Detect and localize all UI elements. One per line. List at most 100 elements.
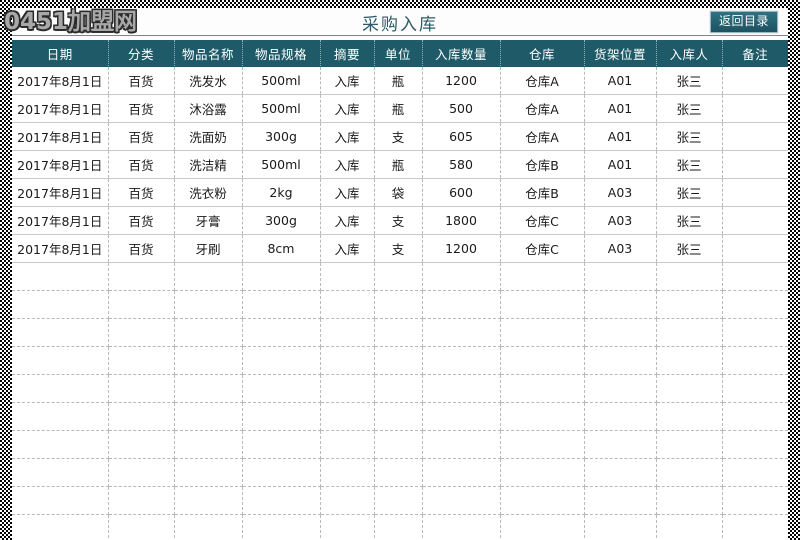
cell-0-1[interactable]: 百货 <box>108 66 175 95</box>
cell-1-4[interactable]: 入库 <box>320 94 375 123</box>
empty-cell[interactable] <box>722 514 788 540</box>
empty-cell[interactable] <box>584 402 657 431</box>
cell-3-7[interactable]: 仓库B <box>500 150 585 179</box>
cell-2-10[interactable] <box>722 122 788 151</box>
cell-0-9[interactable]: 张三 <box>656 66 723 95</box>
empty-cell[interactable] <box>174 486 243 515</box>
cell-0-0[interactable]: 2017年8月1日 <box>12 66 109 95</box>
cell-4-3[interactable]: 2kg <box>242 178 321 207</box>
cell-1-3[interactable]: 500ml <box>242 94 321 123</box>
cell-4-0[interactable]: 2017年8月1日 <box>12 178 109 207</box>
empty-cell[interactable] <box>12 346 109 375</box>
cell-5-6[interactable]: 1800 <box>422 206 501 235</box>
empty-cell[interactable] <box>722 430 788 459</box>
empty-cell[interactable] <box>174 346 243 375</box>
cell-5-3[interactable]: 300g <box>242 206 321 235</box>
empty-cell[interactable] <box>174 430 243 459</box>
empty-cell[interactable] <box>656 402 723 431</box>
empty-cell[interactable] <box>242 318 321 347</box>
empty-cell[interactable] <box>722 318 788 347</box>
cell-1-1[interactable]: 百货 <box>108 94 175 123</box>
empty-cell[interactable] <box>722 290 788 319</box>
back-to-menu-button[interactable]: 返回目录 <box>709 11 778 34</box>
empty-cell[interactable] <box>584 290 657 319</box>
table-row-empty[interactable] <box>12 430 788 459</box>
cell-4-5[interactable]: 袋 <box>374 178 423 207</box>
cell-4-4[interactable]: 入库 <box>320 178 375 207</box>
table-row-empty[interactable] <box>12 374 788 403</box>
empty-cell[interactable] <box>320 514 375 540</box>
table-row[interactable]: 2017年8月1日 百货 洗洁精 500ml 入库瓶 580 仓库B A01 张三 <box>12 150 788 179</box>
empty-cell[interactable] <box>242 430 321 459</box>
empty-cell[interactable] <box>422 346 501 375</box>
empty-cell[interactable] <box>108 514 175 540</box>
cell-6-2[interactable]: 牙刷 <box>174 234 243 263</box>
cell-0-6[interactable]: 1200 <box>422 66 501 95</box>
empty-cell[interactable] <box>584 374 657 403</box>
empty-cell[interactable] <box>174 374 243 403</box>
table-row-empty[interactable] <box>12 458 788 487</box>
empty-cell[interactable] <box>584 430 657 459</box>
cell-2-7[interactable]: 仓库A <box>500 122 585 151</box>
empty-cell[interactable] <box>500 486 585 515</box>
empty-cell[interactable] <box>242 346 321 375</box>
cell-5-7[interactable]: 仓库C <box>500 206 585 235</box>
empty-cell[interactable] <box>108 402 175 431</box>
cell-3-0[interactable]: 2017年8月1日 <box>12 150 109 179</box>
spreadsheet-area[interactable]: 日期 分类 物品名称 物品规格 摘要 单位 入库数量 仓库 货架位置 入库人 备注 2017年8月1… <box>12 40 788 540</box>
column-header-10[interactable]: 备注 <box>722 40 788 67</box>
table-row[interactable]: 2017年8月1日 百货 牙膏 300g 入库支 1800 仓库C A03 张三 <box>12 206 788 235</box>
table-row[interactable]: 2017年8月1日 百货 洗面奶 300g 入库支 605 仓库A A01 张三 <box>12 122 788 151</box>
empty-cell[interactable] <box>108 262 175 291</box>
cell-6-7[interactable]: 仓库C <box>500 234 585 263</box>
cell-6-9[interactable]: 张三 <box>656 234 723 263</box>
empty-cell[interactable] <box>656 346 723 375</box>
cell-2-2[interactable]: 洗面奶 <box>174 122 243 151</box>
empty-cell[interactable] <box>374 402 423 431</box>
cell-1-7[interactable]: 仓库A <box>500 94 585 123</box>
cell-1-0[interactable]: 2017年8月1日 <box>12 94 109 123</box>
empty-cell[interactable] <box>422 290 501 319</box>
cell-5-8[interactable]: A03 <box>584 206 657 235</box>
cell-0-3[interactable]: 500ml <box>242 66 321 95</box>
empty-cell[interactable] <box>374 514 423 540</box>
cell-4-7[interactable]: 仓库B <box>500 178 585 207</box>
empty-cell[interactable] <box>242 374 321 403</box>
column-header-8[interactable]: 货架位置 <box>584 40 657 67</box>
empty-cell[interactable] <box>500 430 585 459</box>
empty-cell[interactable] <box>374 318 423 347</box>
cell-1-9[interactable]: 张三 <box>656 94 723 123</box>
empty-cell[interactable] <box>584 346 657 375</box>
empty-cell[interactable] <box>320 430 375 459</box>
cell-6-1[interactable]: 百货 <box>108 234 175 263</box>
cell-3-6[interactable]: 580 <box>422 150 501 179</box>
empty-cell[interactable] <box>12 402 109 431</box>
empty-cell[interactable] <box>12 486 109 515</box>
column-header-3[interactable]: 物品规格 <box>242 40 321 67</box>
table-row[interactable]: 2017年8月1日 百货 沐浴露 500ml 入库瓶 500 仓库A A01 张三 <box>12 94 788 123</box>
cell-0-2[interactable]: 洗发水 <box>174 66 243 95</box>
cell-0-7[interactable]: 仓库A <box>500 66 585 95</box>
empty-cell[interactable] <box>422 402 501 431</box>
empty-cell[interactable] <box>656 486 723 515</box>
cell-0-8[interactable]: A01 <box>584 66 657 95</box>
empty-cell[interactable] <box>374 290 423 319</box>
column-header-7[interactable]: 仓库 <box>500 40 585 67</box>
cell-1-6[interactable]: 500 <box>422 94 501 123</box>
empty-cell[interactable] <box>174 318 243 347</box>
table-row-empty[interactable] <box>12 262 788 291</box>
table-row-empty[interactable] <box>12 346 788 375</box>
column-header-9[interactable]: 入库人 <box>656 40 723 67</box>
column-header-1[interactable]: 分类 <box>108 40 175 67</box>
empty-cell[interactable] <box>242 262 321 291</box>
empty-cell[interactable] <box>242 402 321 431</box>
empty-cell[interactable] <box>374 458 423 487</box>
cell-1-2[interactable]: 沐浴露 <box>174 94 243 123</box>
cell-3-8[interactable]: A01 <box>584 150 657 179</box>
cell-6-5[interactable]: 支 <box>374 234 423 263</box>
empty-cell[interactable] <box>722 374 788 403</box>
empty-cell[interactable] <box>12 374 109 403</box>
empty-cell[interactable] <box>374 346 423 375</box>
empty-cell[interactable] <box>320 374 375 403</box>
cell-4-8[interactable]: A03 <box>584 178 657 207</box>
